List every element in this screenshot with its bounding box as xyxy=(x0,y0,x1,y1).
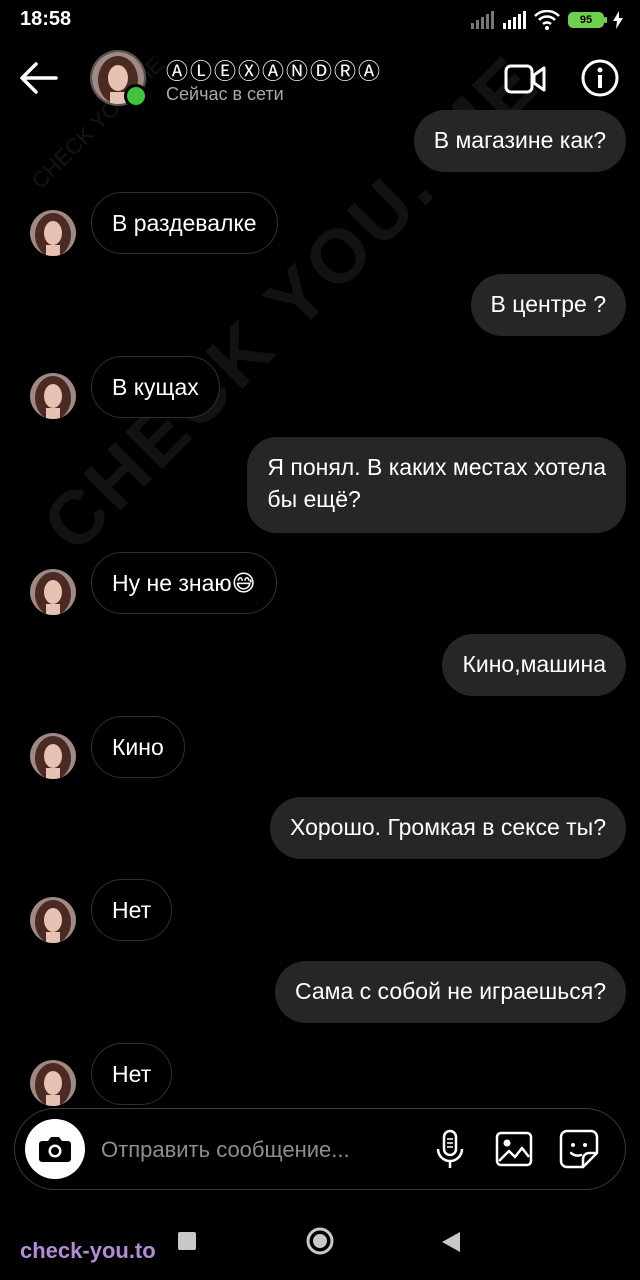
home-button-icon[interactable] xyxy=(306,1227,334,1255)
info-icon[interactable] xyxy=(580,58,620,98)
microphone-icon[interactable] xyxy=(435,1129,465,1171)
message-outgoing[interactable]: Кино,машина xyxy=(442,634,626,696)
battery-icon: 95 xyxy=(568,12,607,28)
recents-button[interactable] xyxy=(178,1232,196,1250)
charging-icon xyxy=(613,11,623,29)
chat-header: ⒶⓁⒺⓍⒶⓃⒹⓇⒶ Сейчас в сети xyxy=(0,40,640,118)
message-input[interactable] xyxy=(99,1127,403,1173)
message-outgoing[interactable]: Сама с собой не играешься? xyxy=(275,961,626,1023)
sender-avatar[interactable] xyxy=(30,569,76,615)
message-incoming[interactable]: Ну не знаю😅 xyxy=(91,552,277,614)
video-camera-icon[interactable] xyxy=(504,62,546,96)
sticker-icon[interactable] xyxy=(559,1129,599,1169)
camera-icon xyxy=(39,1137,71,1162)
sender-avatar[interactable] xyxy=(30,733,76,779)
message-outgoing[interactable]: В магазине как? xyxy=(413,110,626,172)
message-outgoing[interactable]: Я понял. В каких местах хотела бы ещё? xyxy=(247,437,626,533)
contact-avatar[interactable] xyxy=(90,50,148,108)
status-time: 18:58 xyxy=(20,8,72,30)
contact-status: Сейчас в сети xyxy=(166,84,284,104)
message-composer xyxy=(14,1108,626,1190)
message-incoming[interactable]: Нет xyxy=(91,879,173,941)
signal-icon xyxy=(471,11,494,29)
back-arrow-icon[interactable] xyxy=(16,58,64,98)
sender-avatar[interactable] xyxy=(30,897,76,943)
message-outgoing[interactable]: Хорошо. Громкая в сексе ты? xyxy=(269,797,626,859)
message-outgoing[interactable]: В центре ? xyxy=(470,274,626,336)
wifi-icon xyxy=(534,10,560,30)
nav-back-icon[interactable] xyxy=(438,1229,464,1255)
system-icons: 95 xyxy=(470,8,624,32)
battery-level: 95 xyxy=(579,14,593,26)
message-incoming[interactable]: Нет xyxy=(91,1043,173,1105)
message-incoming[interactable]: В кущах xyxy=(91,356,220,418)
message-incoming[interactable]: Кино xyxy=(91,716,185,778)
status-bar: 18:58 95 xyxy=(0,0,640,40)
site-watermark-label: check-you.to xyxy=(20,1238,156,1263)
sender-avatar[interactable] xyxy=(30,373,76,419)
sender-avatar[interactable] xyxy=(30,210,76,256)
image-icon[interactable] xyxy=(495,1131,533,1167)
camera-button[interactable] xyxy=(25,1119,85,1179)
message-incoming[interactable]: В раздевалке xyxy=(91,192,278,254)
signal-icon xyxy=(503,11,526,29)
contact-name[interactable]: ⒶⓁⒺⓍⒶⓃⒹⓇⒶ xyxy=(166,54,382,86)
sender-avatar[interactable] xyxy=(30,1060,76,1106)
online-indicator xyxy=(124,84,148,108)
